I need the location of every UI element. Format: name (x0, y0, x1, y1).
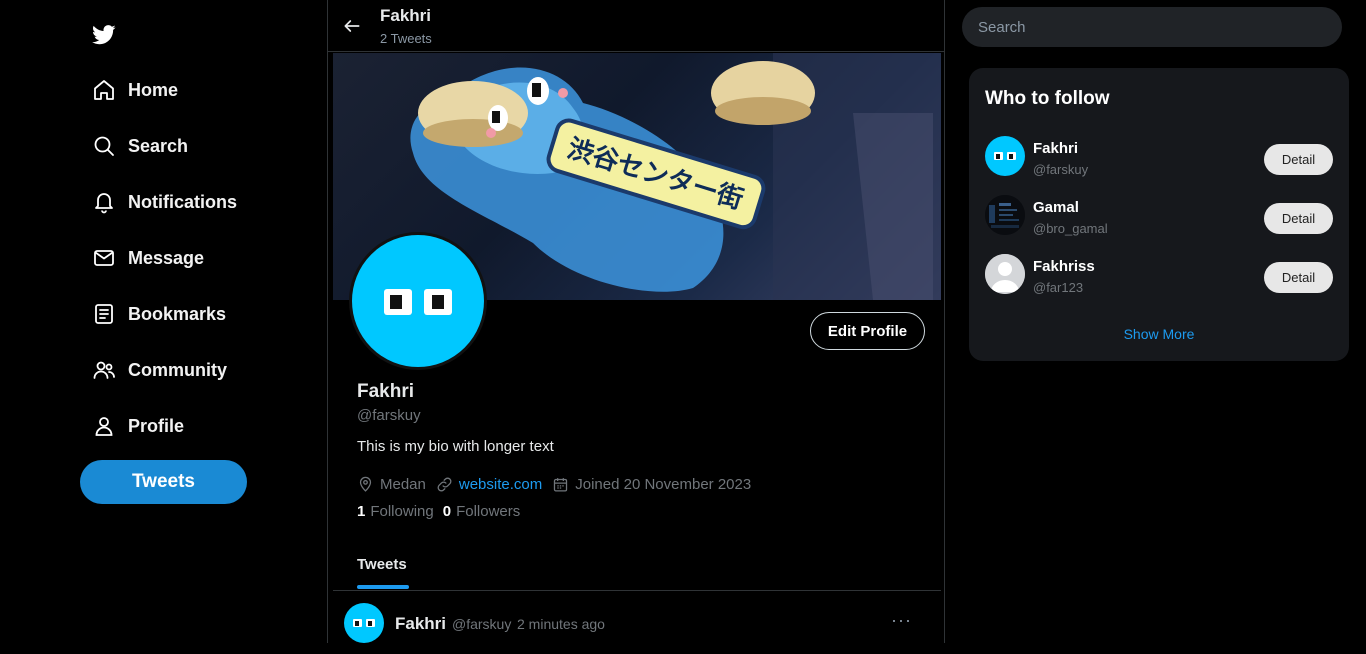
suggestion-handle: @bro_gamal (1033, 221, 1108, 236)
suggestion-name: Fakhri (1033, 140, 1079, 157)
twitter-bird-icon[interactable] (92, 24, 116, 46)
suggestion-handle: @far123 (1033, 280, 1084, 295)
bell-icon (95, 193, 113, 214)
follow-stats: 1 Following 0 Followers (357, 503, 520, 520)
back-arrow-icon[interactable] (342, 16, 362, 36)
avatar[interactable] (985, 195, 1025, 235)
follow-suggestion[interactable]: Gamal @bro_gamal Detail (985, 195, 1335, 243)
default-user-icon (985, 254, 1025, 294)
avatar-eyes-graphic (384, 289, 452, 315)
nav-item-bookmarks[interactable]: Bookmarks (92, 294, 226, 334)
profile-avatar[interactable] (349, 232, 487, 370)
left-sidebar: Home Search Notifications Message Bookma… (0, 0, 328, 643)
user-icon (95, 417, 113, 436)
home-icon (94, 80, 114, 100)
followers-label[interactable]: Followers (456, 503, 520, 520)
tab-active-indicator (357, 585, 409, 589)
profile-bio: This is my bio with longer text (357, 438, 554, 455)
avatar-eyes-graphic (994, 152, 1016, 160)
tweet-avatar[interactable] (344, 603, 384, 643)
nav-item-message[interactable]: Message (92, 238, 204, 278)
bookmark-icon (95, 304, 113, 324)
profile-handle: @farskuy (357, 407, 421, 424)
calendar-icon (554, 478, 568, 492)
tweet-button[interactable]: Tweets (80, 460, 247, 504)
profile-header-bar: Fakhri 2 Tweets (328, 0, 944, 52)
nav-label: Message (128, 247, 205, 268)
profile-joined: Joined 20 November 2023 (575, 476, 752, 493)
profile-name: Fakhri (357, 381, 415, 402)
nav-item-notifications[interactable]: Notifications (92, 182, 237, 222)
location-icon (359, 476, 372, 492)
more-options-icon[interactable]: ··· (891, 610, 912, 631)
detail-button[interactable]: Detail (1264, 262, 1333, 293)
link-icon (437, 477, 452, 492)
suggestion-name: Gamal (1033, 199, 1079, 216)
followers-count[interactable]: 0 (443, 503, 451, 520)
nav-label: Bookmarks (128, 303, 227, 324)
search-input[interactable] (962, 7, 1342, 47)
mail-icon (94, 250, 114, 266)
profile-meta: Medan website.com Joined 20 November 202… (357, 476, 751, 493)
suggestion-handle: @farskuy (1033, 162, 1089, 177)
edit-profile-button[interactable]: Edit Profile (810, 312, 925, 350)
nav-label: Notifications (128, 191, 238, 212)
header-tweet-count: 2 Tweets (380, 31, 432, 46)
detail-button[interactable]: Detail (1264, 203, 1333, 234)
suggestion-name: Fakhriss (1033, 258, 1095, 275)
tweet-timestamp: 2 minutes ago (517, 616, 605, 632)
follow-suggestion[interactable]: Fakhriss @far123 Detail (985, 254, 1335, 302)
nav-item-home[interactable]: Home (92, 70, 178, 110)
nav-item-community[interactable]: Community (92, 350, 227, 390)
avatar[interactable] (985, 254, 1025, 294)
avatar[interactable] (985, 136, 1025, 176)
nav-item-profile[interactable]: Profile (92, 406, 184, 446)
who-to-follow-title: Who to follow (985, 88, 1110, 109)
search-icon (94, 136, 114, 156)
tab-divider (333, 590, 941, 591)
follow-suggestion[interactable]: Fakhri @farskuy Detail (985, 136, 1335, 184)
profile-location: Medan (380, 476, 426, 493)
nav-label: Community (128, 359, 227, 380)
avatar-eyes-graphic (353, 619, 375, 627)
tweet-item[interactable]: Fakhri @farskuy 2 minutes ago ··· (333, 594, 941, 654)
who-to-follow-panel: Who to follow Fakhri @farskuy Detail Gam… (969, 68, 1349, 361)
nav-label: Home (128, 79, 179, 100)
nav-label: Search (128, 135, 189, 156)
following-count[interactable]: 1 (357, 503, 365, 520)
tweet-author-name[interactable]: Fakhri (395, 614, 446, 634)
tweet-author-handle: @farskuy (452, 616, 512, 632)
following-label[interactable]: Following (370, 503, 433, 520)
profile-column: Fakhri 2 Tweets 渋谷センター街 Edit Profile Fak… (327, 0, 945, 643)
avatar-dark-image (985, 195, 1025, 235)
profile-website-link[interactable]: website.com (459, 476, 542, 493)
header-name: Fakhri (380, 6, 432, 25)
show-more-link[interactable]: Show More (969, 326, 1349, 342)
community-icon (93, 361, 115, 379)
nav-label: Profile (128, 415, 185, 436)
tab-tweets[interactable]: Tweets (357, 556, 407, 573)
detail-button[interactable]: Detail (1264, 144, 1333, 175)
nav-item-search[interactable]: Search (92, 126, 188, 166)
